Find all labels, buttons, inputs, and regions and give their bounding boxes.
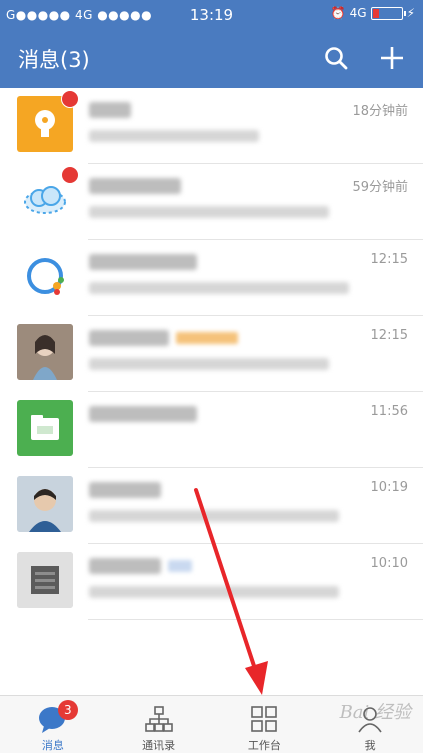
network-label: 4G — [349, 6, 367, 20]
chat-icon: 3 — [38, 700, 78, 734]
list-item[interactable]: 11:56 — [0, 392, 423, 468]
message-list: 18分钟前 59分钟前 12:15 12:15 11:56 10:19 10:1… — [0, 88, 423, 620]
person-photo — [17, 476, 73, 532]
chat-preview — [89, 510, 339, 522]
list-item[interactable]: 10:10 — [0, 544, 423, 620]
status-right: ⏰ 4G ⚡ — [331, 6, 415, 20]
tab-label: 我 — [364, 739, 376, 752]
message-time: 10:19 — [370, 480, 408, 495]
list-item[interactable]: 12:15 — [0, 240, 423, 316]
tab-badge: 3 — [57, 700, 78, 720]
chat-title — [89, 254, 197, 270]
list-item[interactable]: 10:19 — [0, 468, 423, 544]
alarm-icon: ⏰ — [330, 6, 346, 20]
tab-label: 工作台 — [247, 739, 281, 752]
chat-preview — [89, 130, 259, 142]
message-time: 11:56 — [370, 404, 408, 419]
tab-label: 消息 — [41, 739, 64, 752]
group-photo — [17, 552, 73, 608]
tab-label: 通讯录 — [142, 739, 176, 752]
charging-icon: ⚡ — [406, 6, 415, 20]
circle-logo-icon — [17, 248, 73, 304]
chat-title — [89, 330, 169, 346]
chat-preview — [89, 358, 329, 370]
status-bar: G●●●●● 4G ●●●●● 13:19 ⏰ 4G ⚡ — [0, 0, 423, 30]
unread-badge — [61, 90, 79, 108]
message-time: 12:15 — [370, 252, 408, 267]
page-title: 消息(3) — [18, 48, 90, 72]
message-time: 59分钟前 — [352, 180, 408, 195]
grid-icon — [249, 704, 279, 734]
chat-tag — [176, 332, 238, 344]
chat-preview — [89, 586, 339, 598]
battery-icon — [370, 6, 406, 20]
folder-icon — [17, 400, 73, 456]
tab-contacts[interactable]: 通讯录 — [106, 696, 212, 753]
list-item[interactable]: 18分钟前 — [0, 88, 423, 164]
chat-preview — [89, 206, 329, 218]
chat-title — [89, 102, 131, 118]
message-time: 10:10 — [370, 556, 408, 571]
nav-bar: 消息(3) — [0, 30, 423, 88]
chat-title — [89, 178, 181, 194]
chat-title — [89, 406, 197, 422]
org-chart-icon — [144, 704, 174, 734]
plus-icon[interactable] — [377, 43, 407, 73]
chat-title — [89, 558, 161, 574]
message-time: 12:15 — [370, 328, 408, 343]
chat-title — [89, 482, 161, 498]
search-icon[interactable] — [321, 43, 351, 73]
message-time: 18分钟前 — [352, 104, 408, 119]
chat-preview — [89, 282, 349, 294]
tab-workbench[interactable]: 工作台 — [212, 696, 318, 753]
list-item[interactable]: 59分钟前 — [0, 164, 423, 240]
list-item[interactable]: 12:15 — [0, 316, 423, 392]
tab-messages[interactable]: 3 消息 — [0, 696, 106, 753]
chat-tag — [168, 560, 192, 572]
unread-badge — [61, 166, 79, 184]
watermark: Bai 经验 — [339, 702, 411, 723]
person-photo — [17, 324, 73, 380]
